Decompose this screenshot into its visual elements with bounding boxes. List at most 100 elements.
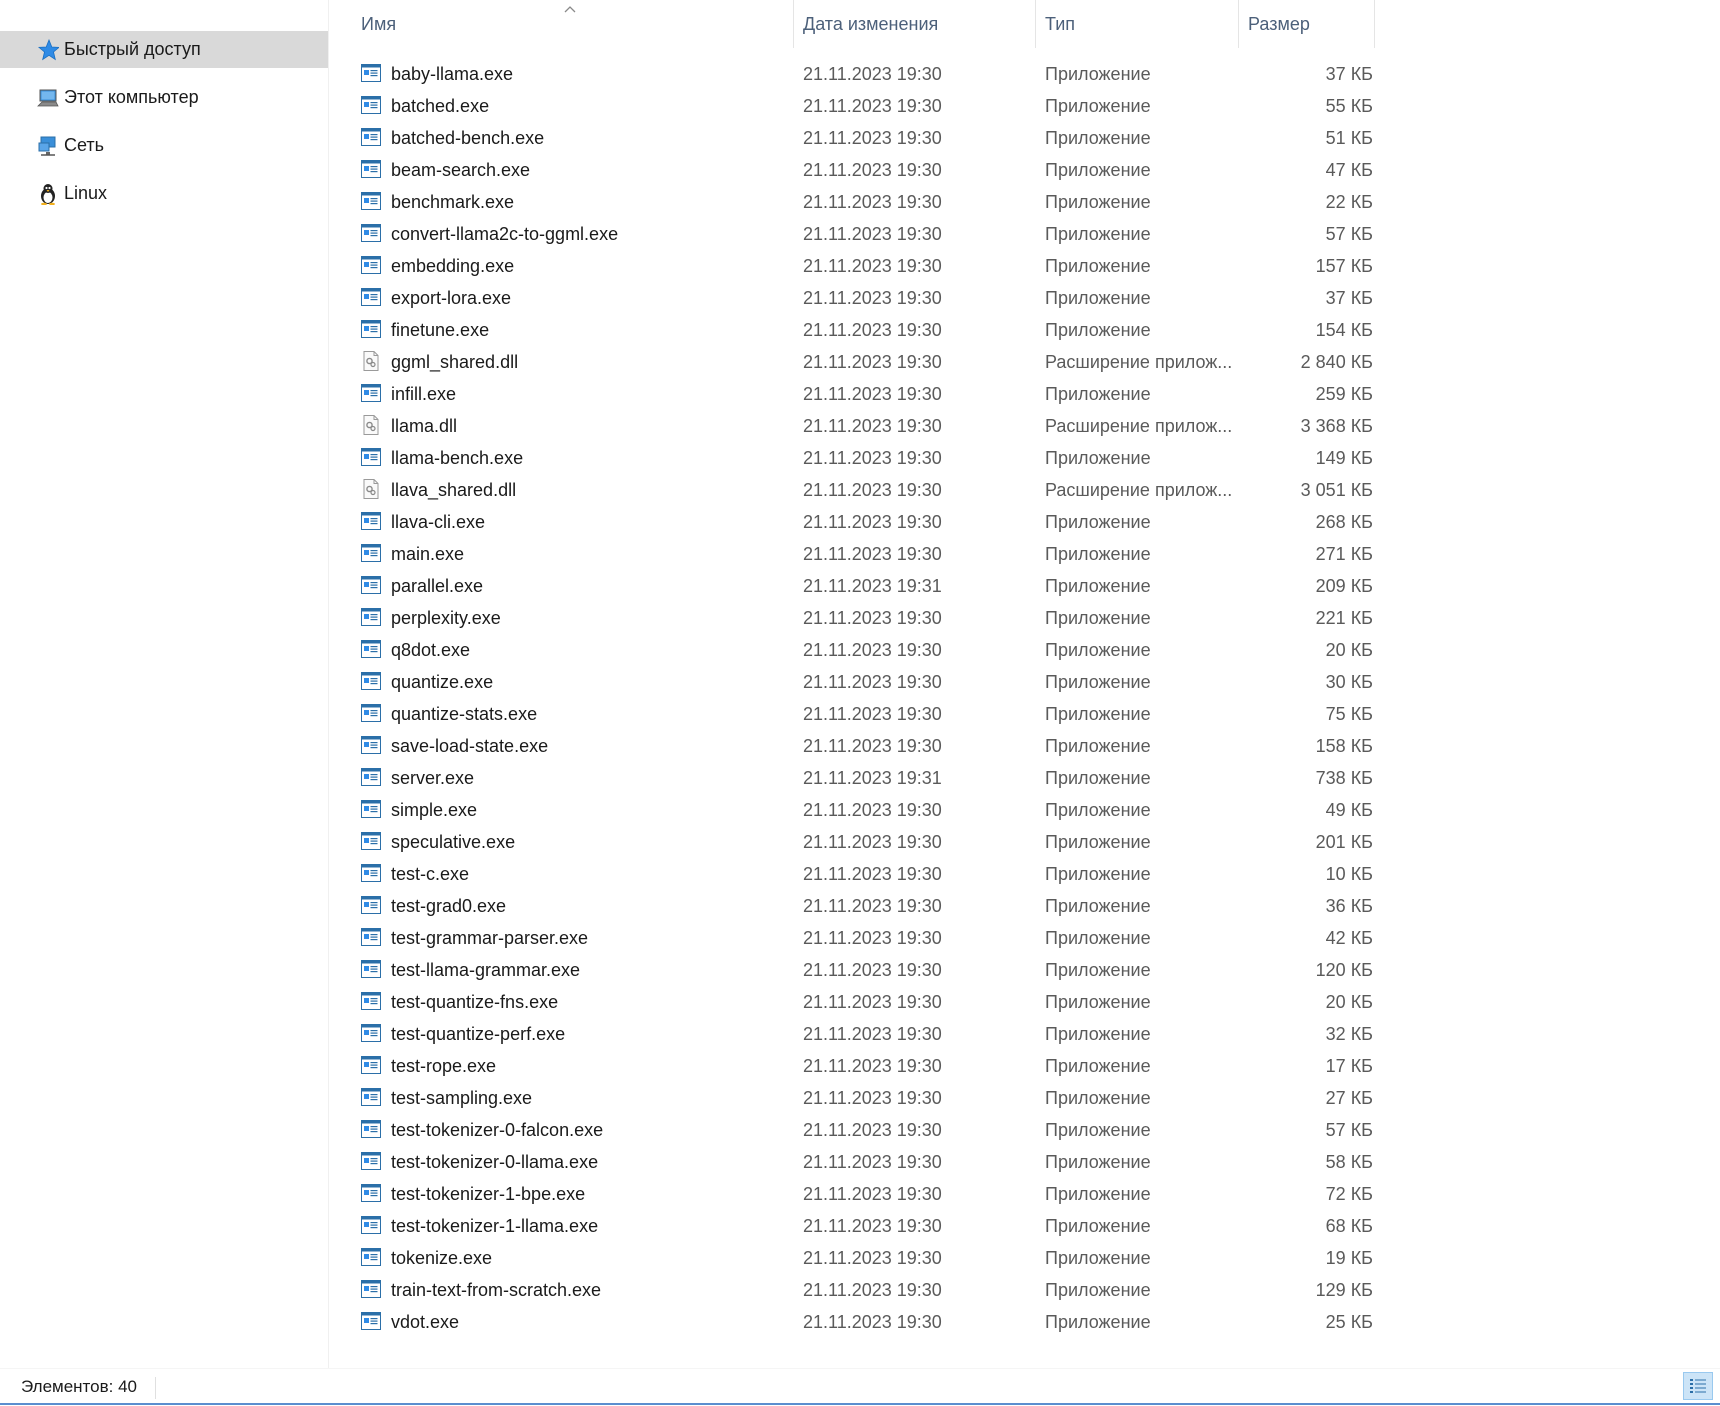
file-name: finetune.exe <box>391 320 490 340</box>
file-row[interactable]: speculative.exe 21.11.2023 19:30 Приложени… <box>331 826 1381 858</box>
file-type: Приложение <box>1045 288 1151 308</box>
file-type: Приложение <box>1045 320 1151 340</box>
file-row[interactable]: tokenize.exe 21.11.2023 19:30 Приложение 19… <box>331 1242 1381 1274</box>
exe-icon <box>361 1087 381 1107</box>
file-row[interactable]: test-grammar-parser.exe 21.11.2023 19:30 П… <box>331 922 1381 954</box>
file-row[interactable]: llama-bench.exe 21.11.2023 19:30 Приложени… <box>331 442 1381 474</box>
file-row[interactable]: benchmark.exe 21.11.2023 19:30 Приложение 2… <box>331 186 1381 218</box>
file-date: 21.11.2023 19:30 <box>803 640 942 660</box>
exe-icon <box>361 671 381 691</box>
file-type: Приложение <box>1045 1056 1151 1076</box>
file-row[interactable]: embedding.exe 21.11.2023 19:30 Приложение 1… <box>331 250 1381 282</box>
file-row[interactable]: test-llama-grammar.exe 21.11.2023 19:30 Пр… <box>331 954 1381 986</box>
exe-icon <box>361 767 381 787</box>
file-date: 21.11.2023 19:30 <box>803 672 942 692</box>
file-date: 21.11.2023 19:31 <box>803 576 942 596</box>
file-row[interactable]: infill.exe 21.11.2023 19:30 Приложение 259 … <box>331 378 1381 410</box>
file-row[interactable]: finetune.exe 21.11.2023 19:30 Приложение 15… <box>331 314 1381 346</box>
file-row[interactable]: convert-llama2c-to-ggml.exe 21.11.2023 19… <box>331 218 1381 250</box>
file-row[interactable]: batched.exe 21.11.2023 19:30 Приложение 55 … <box>331 90 1381 122</box>
exe-icon <box>361 735 381 755</box>
file-row[interactable]: test-grad0.exe 21.11.2023 19:30 Приложение… <box>331 890 1381 922</box>
file-size: 3 051 КБ <box>1300 480 1373 500</box>
file-type: Приложение <box>1045 832 1151 852</box>
file-date: 21.11.2023 19:30 <box>803 224 942 244</box>
file-size: 20 КБ <box>1325 992 1373 1012</box>
file-name: test-rope.exe <box>391 1056 497 1076</box>
file-row[interactable]: batched-bench.exe 21.11.2023 19:30 Приложе… <box>331 122 1381 154</box>
file-row[interactable]: test-tokenizer-1-bpe.exe 21.11.2023 19:30… <box>331 1178 1381 1210</box>
file-row[interactable]: parallel.exe 21.11.2023 19:31 Приложение 20… <box>331 570 1381 602</box>
status-divider <box>155 1377 156 1399</box>
file-date: 21.11.2023 19:31 <box>803 768 942 788</box>
nav-item-linux[interactable]: Linux <box>0 175 328 212</box>
file-row[interactable]: llama.dll 21.11.2023 19:30 Расширение прил… <box>331 410 1381 442</box>
column-header-type[interactable]: Тип <box>1045 0 1245 48</box>
exe-icon <box>361 255 381 275</box>
file-row[interactable]: quantize.exe 21.11.2023 19:30 Приложение 30… <box>331 666 1381 698</box>
column-header-date[interactable]: Дата изменения <box>803 0 1033 48</box>
file-name: quantize-stats.exe <box>391 704 538 724</box>
file-name: test-quantize-fns.exe <box>391 992 559 1012</box>
file-row[interactable]: q8dot.exe 21.11.2023 19:30 Приложение 20 КБ <box>331 634 1381 666</box>
file-name: llama-bench.exe <box>391 448 524 468</box>
details-view-button[interactable] <box>1683 1372 1713 1400</box>
file-row[interactable]: test-quantize-perf.exe 21.11.2023 19:30 Пр… <box>331 1018 1381 1050</box>
file-row[interactable]: test-rope.exe 21.11.2023 19:30 Приложение 1… <box>331 1050 1381 1082</box>
exe-icon <box>361 991 381 1011</box>
file-row[interactable]: test-tokenizer-0-falcon.exe 21.11.2023 19… <box>331 1114 1381 1146</box>
file-row[interactable]: baby-llama.exe 21.11.2023 19:30 Приложение… <box>331 58 1381 90</box>
nav-item-network[interactable]: Сеть <box>0 127 328 164</box>
file-row[interactable]: quantize-stats.exe 21.11.2023 19:30 Прилож… <box>331 698 1381 730</box>
file-size: 37 КБ <box>1325 64 1373 84</box>
file-size: 72 КБ <box>1325 1184 1373 1204</box>
file-type: Расширение прилож... <box>1045 352 1233 372</box>
file-size: 58 КБ <box>1325 1152 1373 1172</box>
file-date: 21.11.2023 19:30 <box>803 1088 942 1108</box>
exe-icon <box>361 1023 381 1043</box>
file-name: llava-cli.exe <box>391 512 486 532</box>
file-name: baby-llama.exe <box>391 64 514 84</box>
file-row[interactable]: test-quantize-fns.exe 21.11.2023 19:30 При… <box>331 986 1381 1018</box>
exe-icon <box>361 1183 381 1203</box>
file-name: test-quantize-perf.exe <box>391 1024 566 1044</box>
column-divider[interactable] <box>793 0 794 48</box>
file-row[interactable]: test-tokenizer-0-llama.exe 21.11.2023 19:… <box>331 1146 1381 1178</box>
file-row[interactable]: ggml_shared.dll 21.11.2023 19:30 Расширени… <box>331 346 1381 378</box>
file-row[interactable]: perplexity.exe 21.11.2023 19:30 Приложение… <box>331 602 1381 634</box>
file-row[interactable]: vdot.exe 21.11.2023 19:30 Приложение 25 КБ <box>331 1306 1381 1338</box>
file-row[interactable]: simple.exe 21.11.2023 19:30 Приложение 49 К… <box>331 794 1381 826</box>
file-row[interactable]: server.exe 21.11.2023 19:31 Приложение 738 … <box>331 762 1381 794</box>
column-divider[interactable] <box>1374 0 1375 48</box>
file-date: 21.11.2023 19:30 <box>803 320 942 340</box>
file-row[interactable]: beam-search.exe 21.11.2023 19:30 Приложени… <box>331 154 1381 186</box>
nav-item-quick-access[interactable]: Быстрый доступ <box>0 31 328 68</box>
exe-icon <box>361 127 381 147</box>
file-row[interactable]: test-c.exe 21.11.2023 19:30 Приложение 10 К… <box>331 858 1381 890</box>
file-row[interactable]: llava-cli.exe 21.11.2023 19:30 Приложение 2… <box>331 506 1381 538</box>
file-row[interactable]: save-load-state.exe 21.11.2023 19:30 Прило… <box>331 730 1381 762</box>
file-row[interactable]: test-sampling.exe 21.11.2023 19:30 Приложе… <box>331 1082 1381 1114</box>
file-size: 158 КБ <box>1315 736 1373 756</box>
file-date: 21.11.2023 19:30 <box>803 160 942 180</box>
file-name: test-tokenizer-0-llama.exe <box>391 1152 599 1172</box>
column-header-name[interactable]: Имя <box>361 0 791 48</box>
file-date: 21.11.2023 19:30 <box>803 448 942 468</box>
column-divider[interactable] <box>1035 0 1036 48</box>
file-date: 21.11.2023 19:30 <box>803 704 942 724</box>
file-row[interactable]: train-text-from-scratch.exe 21.11.2023 19… <box>331 1274 1381 1306</box>
file-row[interactable]: export-lora.exe 21.11.2023 19:30 Приложени… <box>331 282 1381 314</box>
file-name: test-sampling.exe <box>391 1088 533 1108</box>
column-header-size[interactable]: Размер <box>1248 0 1368 48</box>
nav-item-this-pc[interactable]: Этот компьютер <box>0 79 328 116</box>
file-row[interactable]: test-tokenizer-1-llama.exe 21.11.2023 19:… <box>331 1210 1381 1242</box>
file-type: Приложение <box>1045 448 1151 468</box>
file-size: 57 КБ <box>1325 224 1373 244</box>
file-date: 21.11.2023 19:30 <box>803 1184 942 1204</box>
file-row[interactable]: main.exe 21.11.2023 19:30 Приложение 271 КБ <box>331 538 1381 570</box>
column-divider[interactable] <box>1238 0 1239 48</box>
file-type: Расширение прилож... <box>1045 480 1233 500</box>
file-type: Приложение <box>1045 992 1151 1012</box>
file-type: Приложение <box>1045 1152 1151 1172</box>
file-row[interactable]: llava_shared.dll 21.11.2023 19:30 Расширен… <box>331 474 1381 506</box>
